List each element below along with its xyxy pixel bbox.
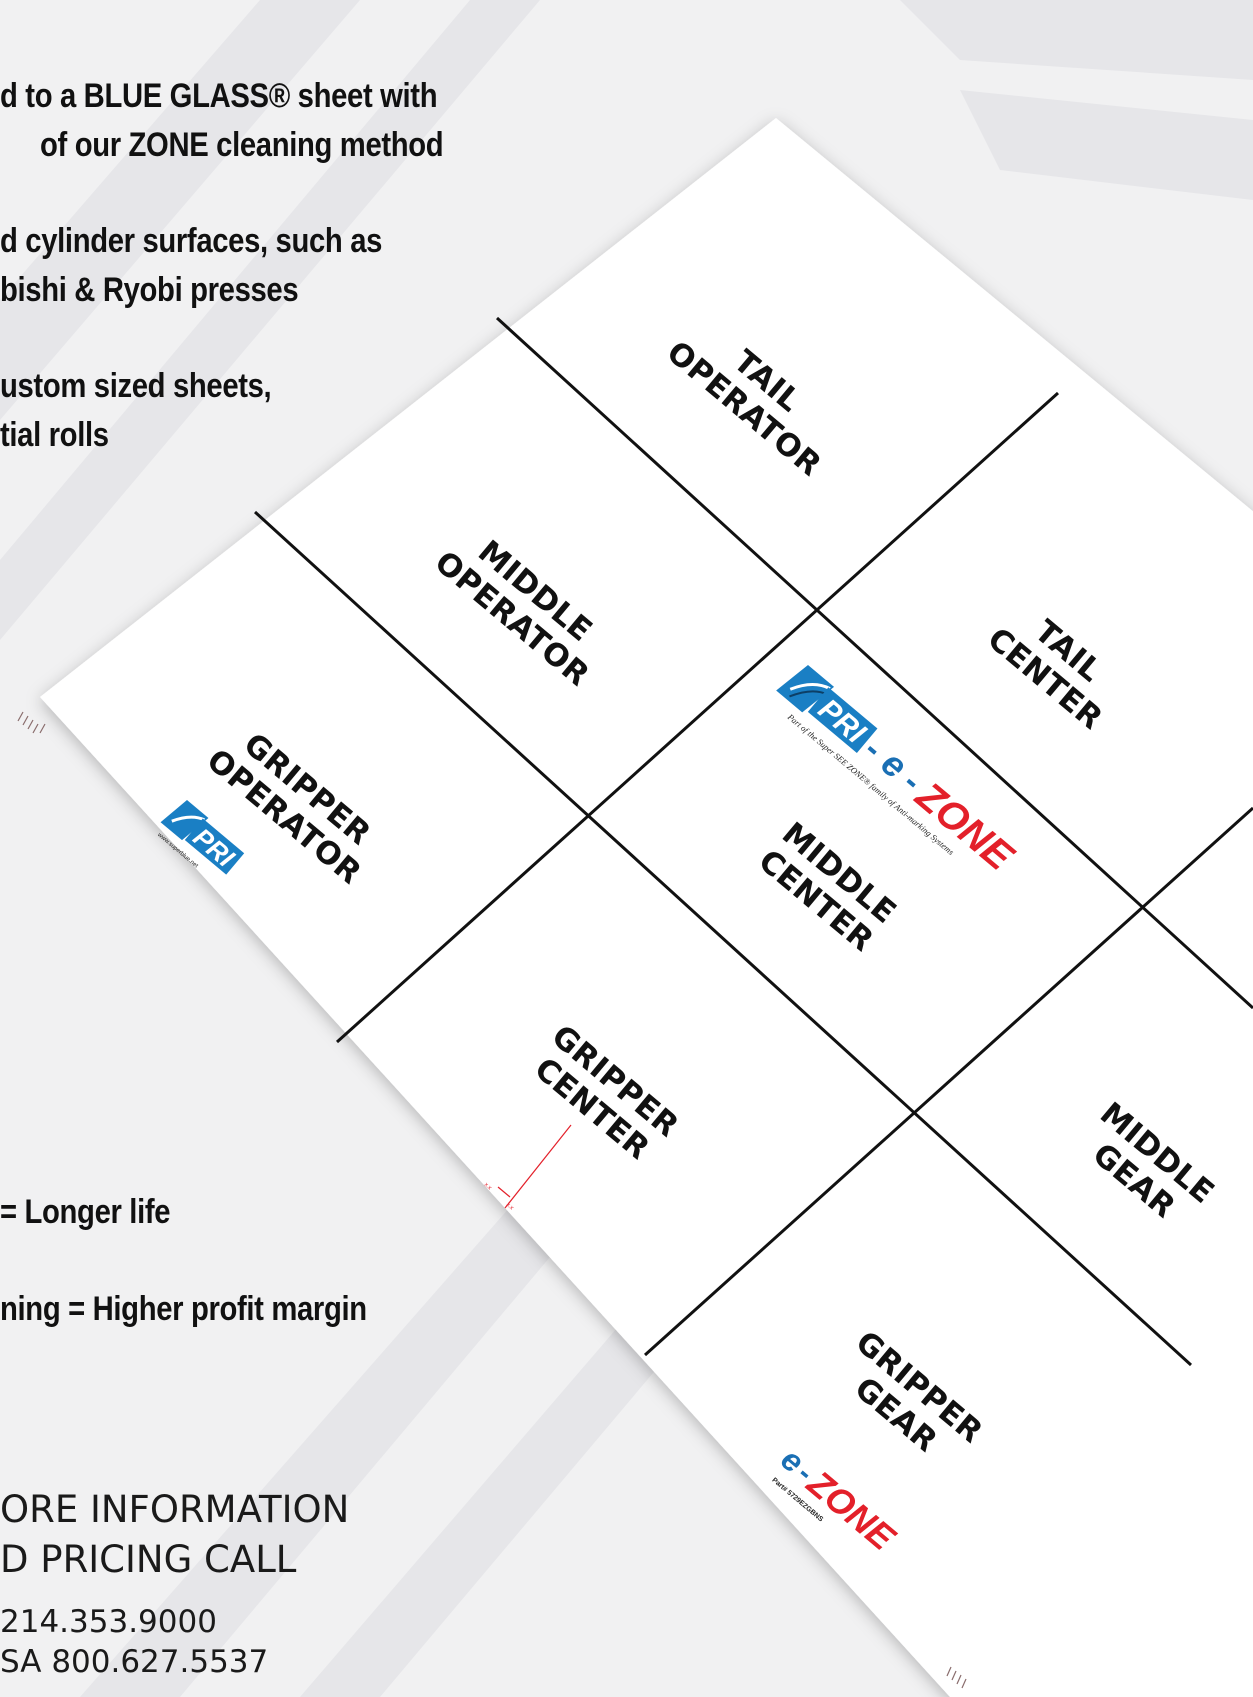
zone-sheet-illustration: TAIL OPERATOR TAIL CENTER MIDDLE OPERATO… <box>17 118 1253 1697</box>
sheet-body <box>40 118 1253 1697</box>
